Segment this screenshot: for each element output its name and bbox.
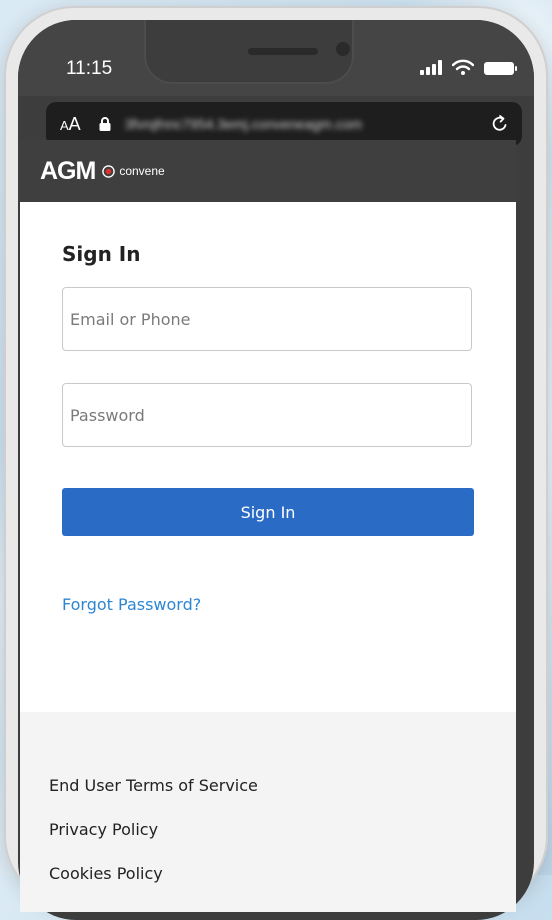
wifi-icon: [452, 59, 474, 75]
sign-in-panel: Sign In Sign In Forgot Password?: [20, 202, 516, 712]
text-size-button[interactable]: AA: [60, 114, 81, 135]
front-camera: [336, 42, 350, 56]
privacy-policy-link[interactable]: Privacy Policy: [49, 820, 158, 839]
status-bar: 11:15: [18, 20, 534, 96]
footer: End User Terms of Service Privacy Policy…: [20, 712, 516, 912]
cookies-policy-link[interactable]: Cookies Policy: [49, 864, 163, 883]
url-text: 3fvrqfnnc7954.3emj.conveneagm.com: [124, 116, 363, 132]
battery-icon: [484, 62, 517, 75]
password-field[interactable]: [62, 383, 472, 447]
convene-logo-icon: [102, 164, 116, 178]
status-icons: [420, 59, 517, 75]
sign-in-button[interactable]: Sign In: [62, 488, 474, 536]
terms-of-service-link[interactable]: End User Terms of Service: [49, 776, 258, 795]
reload-icon[interactable]: [490, 114, 510, 134]
email-field[interactable]: [62, 287, 472, 351]
logo-convene-text: convene: [119, 164, 165, 178]
status-time: 11:15: [66, 58, 113, 79]
lock-icon: [99, 117, 111, 131]
signal-icon: [420, 60, 442, 75]
forgot-password-link[interactable]: Forgot Password?: [62, 595, 201, 614]
page-title: Sign In: [62, 242, 141, 266]
agm-convene-logo[interactable]: AGM convene: [40, 157, 165, 186]
speaker-grille: [248, 48, 318, 55]
site-header: AGM convene: [20, 140, 516, 202]
logo-agm-text: AGM: [40, 156, 96, 185]
phone-notch: [146, 20, 352, 82]
